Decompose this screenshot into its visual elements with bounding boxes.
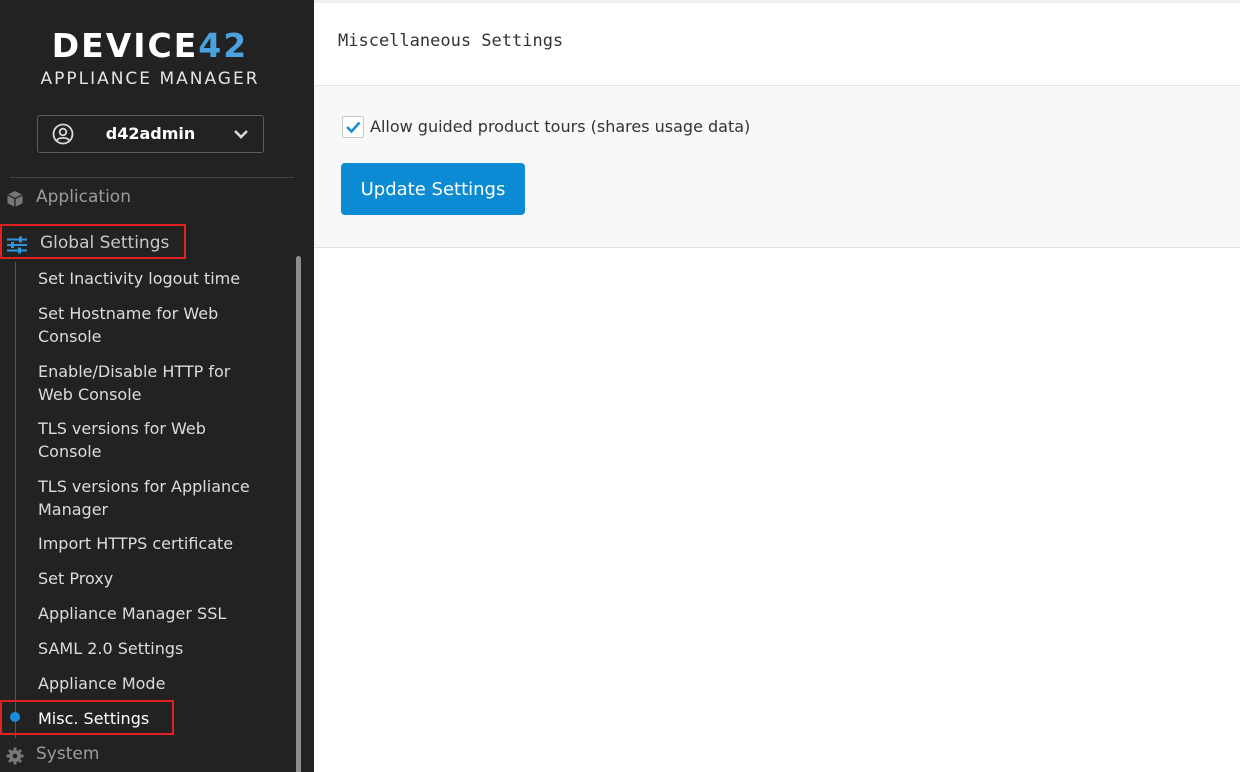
sidebar: DEVICE42 APPLIANCE MANAGER d42admin Appl… [0, 0, 314, 772]
logo-text: DEVICE [51, 26, 199, 65]
sidebar-scrollbar[interactable] [296, 256, 301, 772]
page-title: Miscellaneous Settings [338, 31, 564, 51]
nav-global-settings[interactable]: Global Settings [0, 231, 186, 257]
active-indicator-dot [10, 712, 20, 722]
nav-application-label: Application [36, 187, 131, 207]
subnav-item[interactable]: TLS versions for Web Console [38, 417, 258, 463]
subnav-item[interactable]: Set Inactivity logout time [38, 267, 258, 290]
nav-application[interactable]: Application [0, 185, 300, 211]
submenu-tree-line [15, 262, 16, 738]
settings-panel: Allow guided product tours (shares usage… [314, 86, 1240, 248]
sliders-icon [7, 236, 27, 254]
logo-accent-text: 42 [198, 26, 249, 65]
nav-system[interactable]: System [0, 742, 290, 768]
cube-icon [7, 191, 23, 207]
subnav-item[interactable]: Import HTTPS certificate [38, 532, 258, 555]
subnav-item[interactable]: TLS versions for Appliance Manager [38, 475, 258, 521]
guided-tours-checkbox[interactable] [342, 116, 364, 138]
update-settings-button[interactable]: Update Settings [341, 163, 525, 215]
subnav-item-misc-settings[interactable]: Misc. Settings [38, 707, 258, 730]
user-dropdown[interactable]: d42admin [37, 115, 264, 153]
subnav-item[interactable]: Appliance Mode [38, 672, 258, 695]
subnav-item[interactable]: Set Hostname for Web Console [38, 302, 258, 348]
subnav-item[interactable]: Set Proxy [38, 567, 258, 590]
device42-logo: DEVICE42 [0, 26, 300, 65]
page-header: Miscellaneous Settings [314, 3, 1240, 86]
chevron-down-icon [234, 130, 248, 139]
subnav-item[interactable]: Enable/Disable HTTP for Web Console [38, 360, 258, 406]
subnav-item[interactable]: SAML 2.0 Settings [38, 637, 258, 660]
checkmark-icon [346, 121, 361, 134]
subnav-item[interactable]: Appliance Manager SSL [38, 602, 258, 625]
nav-system-label: System [36, 744, 100, 764]
gear-icon [6, 747, 24, 765]
app-subtitle: APPLIANCE MANAGER [40, 69, 260, 89]
user-circle-icon [52, 123, 74, 145]
nav-global-settings-label: Global Settings [40, 233, 170, 253]
guided-tours-label[interactable]: Allow guided product tours (shares usage… [370, 116, 750, 138]
sidebar-divider [10, 177, 294, 178]
